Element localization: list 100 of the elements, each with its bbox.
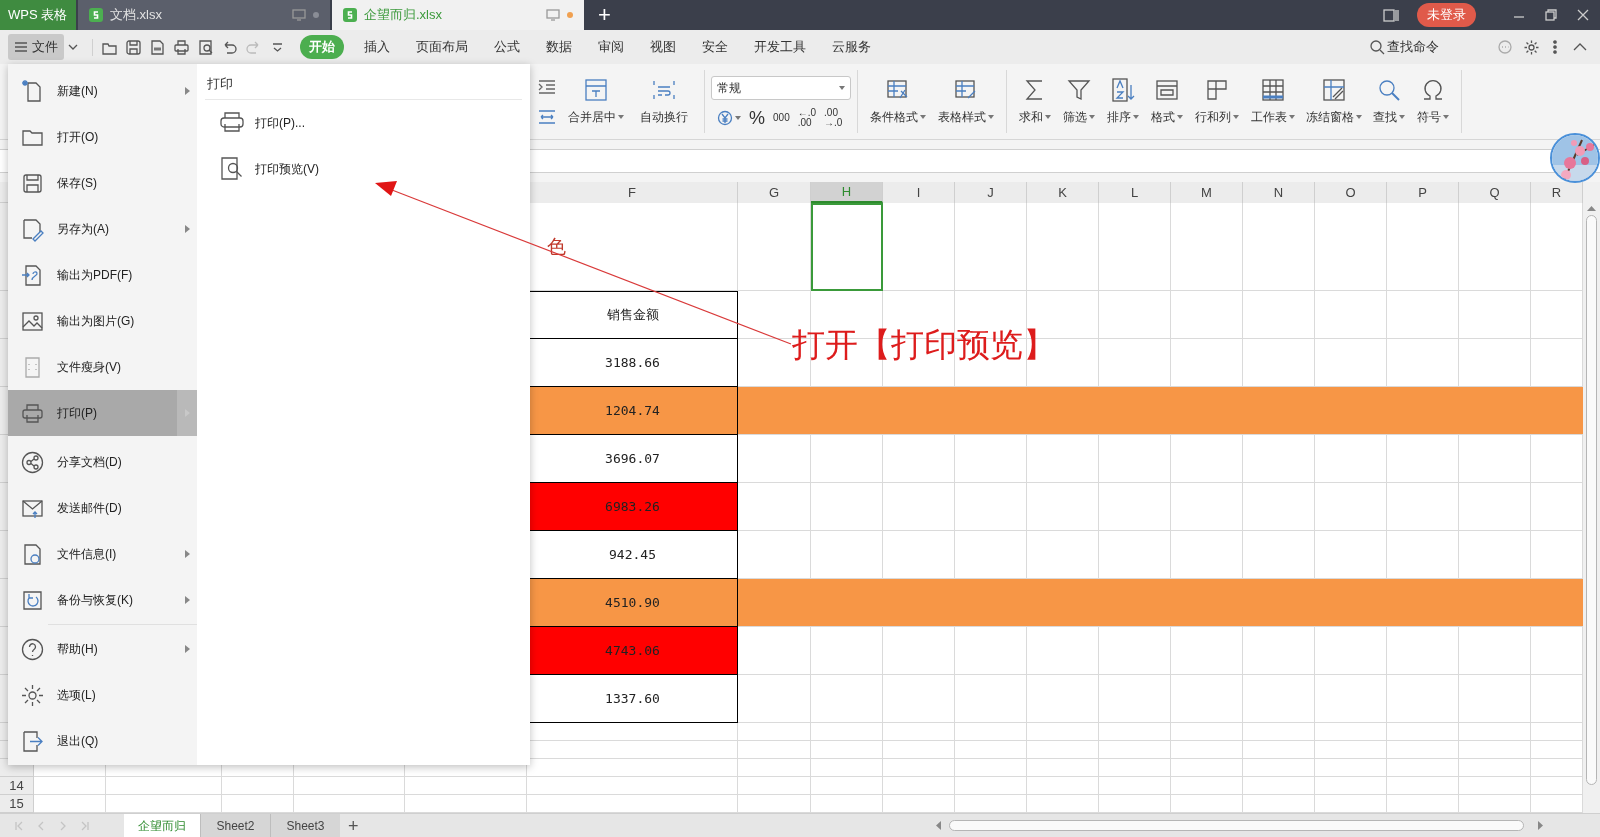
grid-cell[interactable] xyxy=(34,777,106,795)
grid-cell[interactable] xyxy=(1459,741,1531,759)
sheet-tab[interactable]: 企望而归 xyxy=(124,814,200,837)
column-header[interactable]: P xyxy=(1387,182,1459,203)
column-header[interactable]: F xyxy=(527,182,738,203)
grid-cell[interactable] xyxy=(1027,483,1099,531)
next-sheet-icon[interactable] xyxy=(58,820,68,831)
grid-cell[interactable] xyxy=(811,759,883,777)
menu-item[interactable]: 发送邮件(D) xyxy=(8,485,197,531)
thousands-button[interactable]: 000 xyxy=(773,112,790,123)
grid-cell[interactable] xyxy=(738,777,811,795)
scroll-right-icon[interactable] xyxy=(1537,821,1544,830)
distribute-icon[interactable] xyxy=(538,109,556,124)
ribbon-button[interactable]: 行和列 xyxy=(1195,108,1239,126)
grid-cell[interactable] xyxy=(738,675,811,723)
grid-cell[interactable] xyxy=(1171,483,1243,531)
grid-cell[interactable] xyxy=(883,777,955,795)
last-sheet-icon[interactable] xyxy=(80,820,90,831)
grid-cell[interactable] xyxy=(1243,435,1315,483)
grid-cell[interactable] xyxy=(1459,203,1531,291)
menu-item[interactable]: 分享文档(D) xyxy=(8,439,197,485)
grid-cell[interactable] xyxy=(1459,723,1531,741)
grid-cell[interactable] xyxy=(811,627,883,675)
grid-cell[interactable] xyxy=(1099,759,1171,777)
grid-cell[interactable] xyxy=(811,741,883,759)
grid-cell[interactable] xyxy=(1315,759,1387,777)
print-preview-icon[interactable] xyxy=(197,38,214,56)
grid-cell[interactable] xyxy=(811,483,883,531)
first-sheet-icon[interactable] xyxy=(14,820,24,831)
sheet-tab[interactable]: Sheet2 xyxy=(200,814,270,837)
column-header[interactable]: I xyxy=(883,182,955,203)
grid-cell[interactable] xyxy=(1027,741,1099,759)
chat-icon[interactable] xyxy=(1497,39,1513,55)
grid-cell[interactable] xyxy=(294,777,405,795)
grid-cell[interactable] xyxy=(883,435,955,483)
grid-cell[interactable] xyxy=(1243,675,1315,723)
grid-cell[interactable] xyxy=(1027,777,1099,795)
grid-cell[interactable] xyxy=(1459,435,1531,483)
grid-cell[interactable] xyxy=(1387,759,1459,777)
menu-item[interactable]: 另存为(A) xyxy=(8,206,197,252)
ribbon-button[interactable]: 格式 xyxy=(1151,108,1183,126)
ribbon-button[interactable]: 合并居中 xyxy=(568,108,624,126)
grid-cell[interactable] xyxy=(1387,723,1459,741)
menu-item[interactable]: 备份与恢复(K) xyxy=(8,577,197,623)
grid-cell[interactable] xyxy=(1171,675,1243,723)
grid-cell[interactable] xyxy=(1027,759,1099,777)
grid-cell[interactable] xyxy=(1171,723,1243,741)
selected-cell[interactable] xyxy=(811,203,883,291)
currency-icon[interactable] xyxy=(717,109,733,126)
grid-cell[interactable] xyxy=(1243,759,1315,777)
ribbon-button[interactable]: 自动换行 xyxy=(640,108,688,126)
grid-cell[interactable] xyxy=(955,723,1027,741)
grid-cell[interactable] xyxy=(1387,435,1459,483)
grid-cell[interactable] xyxy=(811,435,883,483)
scroll-left-icon[interactable] xyxy=(934,821,941,830)
grid-cell[interactable] xyxy=(1099,723,1171,741)
grid-cell[interactable] xyxy=(1315,203,1387,291)
login-button[interactable]: 未登录 xyxy=(1417,3,1476,27)
grid-cell[interactable] xyxy=(811,777,883,795)
grid-cell[interactable] xyxy=(738,723,811,741)
settings-icon[interactable] xyxy=(1523,38,1540,56)
grid-cell[interactable] xyxy=(1171,627,1243,675)
grid-cell[interactable] xyxy=(955,759,1027,777)
grid-cell[interactable] xyxy=(1459,483,1531,531)
row-header[interactable]: 14 xyxy=(0,777,34,795)
column-header[interactable]: N xyxy=(1243,182,1315,203)
grid-cell[interactable] xyxy=(1171,741,1243,759)
grid-cell[interactable] xyxy=(1243,627,1315,675)
grid-cell[interactable] xyxy=(1315,723,1387,741)
menu-item[interactable]: 保存(S) xyxy=(8,160,197,206)
grid-cell[interactable] xyxy=(1027,723,1099,741)
grid-cell[interactable] xyxy=(1243,777,1315,795)
grid-cell[interactable] xyxy=(1315,741,1387,759)
decimal-button[interactable]: ←.0 .00 xyxy=(797,107,817,128)
grid-cell[interactable] xyxy=(1027,675,1099,723)
horizontal-scrollbar-thumb[interactable] xyxy=(948,820,1524,831)
grid-cell[interactable] xyxy=(1243,723,1315,741)
column-header[interactable]: M xyxy=(1171,182,1243,203)
ribbon-tab[interactable]: 审阅 xyxy=(592,35,630,59)
restore-icon[interactable] xyxy=(1544,8,1558,22)
printer-icon[interactable] xyxy=(173,38,190,56)
grid-cell[interactable] xyxy=(955,483,1027,531)
ribbon-button[interactable]: 工作表 xyxy=(1251,108,1295,126)
indent-icon[interactable] xyxy=(538,79,556,94)
pdf-icon[interactable] xyxy=(149,38,166,56)
grid-cell[interactable] xyxy=(1315,483,1387,531)
grid-cell[interactable] xyxy=(738,435,811,483)
grid-cell[interactable] xyxy=(1099,435,1171,483)
more-icon[interactable] xyxy=(1552,39,1558,55)
menu-item[interactable]: 选项(L) xyxy=(8,672,197,718)
grid-cell[interactable] xyxy=(1315,777,1387,795)
grid-cell[interactable] xyxy=(1027,203,1099,291)
close-icon[interactable] xyxy=(1576,8,1590,22)
ribbon-button[interactable]: 求和 xyxy=(1019,108,1051,126)
grid-cell[interactable] xyxy=(1459,759,1531,777)
grid-cell[interactable] xyxy=(1387,483,1459,531)
new-tab-button[interactable]: + xyxy=(598,0,611,30)
scrollbar-thumb[interactable] xyxy=(1586,215,1597,785)
ribbon-tab[interactable]: 开发工具 xyxy=(748,35,812,59)
grid-cell[interactable] xyxy=(1315,675,1387,723)
